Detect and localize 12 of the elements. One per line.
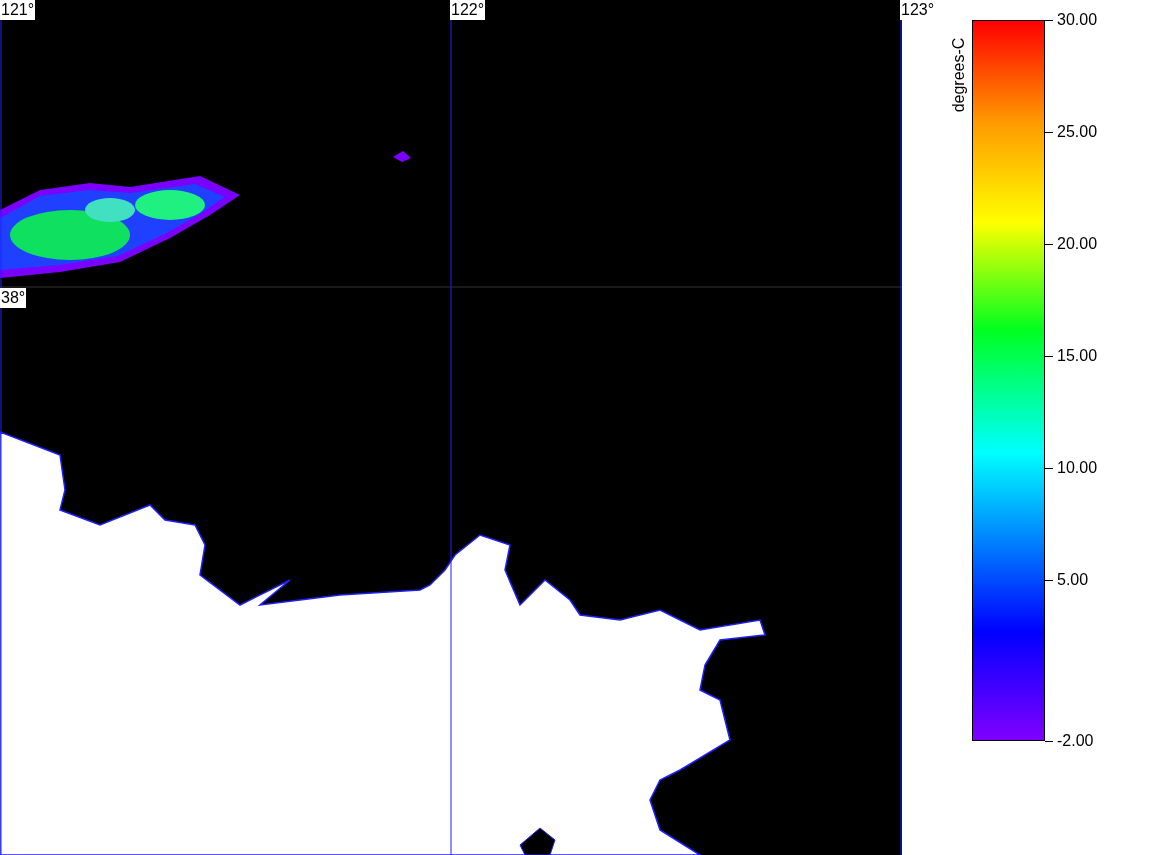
colorbar-tick-label: 15.00 bbox=[1057, 346, 1098, 366]
colorbar-tick-label: 20.00 bbox=[1057, 234, 1098, 254]
colorbar-tick-label: 25.00 bbox=[1057, 122, 1098, 142]
unit-label: degrees-C bbox=[949, 37, 968, 113]
colorbar-tick-label: -2.00 bbox=[1057, 731, 1094, 751]
colorbar-tick-label: 10.00 bbox=[1057, 458, 1098, 478]
longitude-label: 121° bbox=[0, 0, 36, 20]
colorbar-tick-label: 30.00 bbox=[1057, 10, 1098, 30]
longitude-label: 122° bbox=[450, 0, 486, 20]
colorbar-tick-label: 5.00 bbox=[1057, 570, 1089, 590]
longitude-label: 123° bbox=[900, 0, 936, 20]
latitude-label: 38° bbox=[0, 288, 27, 308]
